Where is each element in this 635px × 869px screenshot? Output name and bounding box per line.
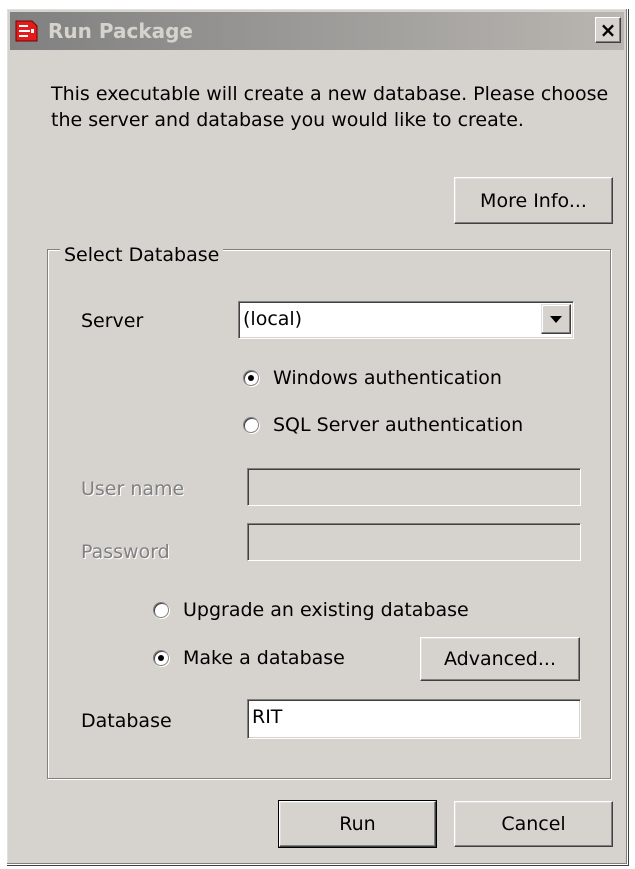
server-dropdown[interactable]: (local) bbox=[238, 301, 574, 339]
server-selected-value: (local) bbox=[243, 308, 303, 330]
more-info-button[interactable]: More Info... bbox=[454, 177, 613, 224]
windows-auth-option[interactable]: Windows authentication bbox=[243, 367, 502, 389]
upgrade-radio[interactable] bbox=[153, 602, 169, 618]
password-label: Password bbox=[81, 541, 170, 563]
make-database-label: Make a database bbox=[183, 647, 345, 669]
advanced-button[interactable]: Advanced... bbox=[420, 637, 580, 681]
group-legend: Select Database bbox=[60, 244, 224, 266]
window-title: Run Package bbox=[48, 19, 193, 43]
username-input[interactable] bbox=[247, 468, 581, 506]
password-input[interactable] bbox=[247, 523, 581, 561]
server-label: Server bbox=[81, 310, 144, 332]
chevron-down-icon bbox=[550, 315, 562, 323]
run-package-dialog: Run Package × This executable will creat… bbox=[6, 8, 628, 865]
sql-auth-label: SQL Server authentication bbox=[273, 414, 524, 436]
database-input[interactable]: RIT bbox=[247, 699, 581, 739]
username-label: User name bbox=[81, 478, 185, 500]
make-database-radio[interactable] bbox=[153, 650, 169, 666]
sql-auth-radio[interactable] bbox=[243, 417, 259, 433]
title-bar[interactable]: Run Package × bbox=[10, 12, 624, 50]
windows-auth-label: Windows authentication bbox=[273, 367, 502, 389]
sql-auth-option[interactable]: SQL Server authentication bbox=[243, 414, 523, 436]
close-icon: × bbox=[599, 18, 617, 42]
upgrade-label: Upgrade an existing database bbox=[183, 599, 469, 621]
intro-text: This executable will create a new databa… bbox=[51, 83, 609, 131]
close-button[interactable]: × bbox=[595, 17, 621, 43]
upgrade-option[interactable]: Upgrade an existing database bbox=[153, 599, 469, 621]
windows-auth-radio[interactable] bbox=[243, 370, 259, 386]
cancel-button[interactable]: Cancel bbox=[454, 801, 613, 847]
dropdown-button[interactable] bbox=[541, 304, 571, 334]
run-button[interactable]: Run bbox=[278, 800, 437, 848]
make-database-option[interactable]: Make a database bbox=[153, 647, 345, 669]
package-icon bbox=[15, 20, 38, 42]
database-label: Database bbox=[81, 710, 172, 732]
